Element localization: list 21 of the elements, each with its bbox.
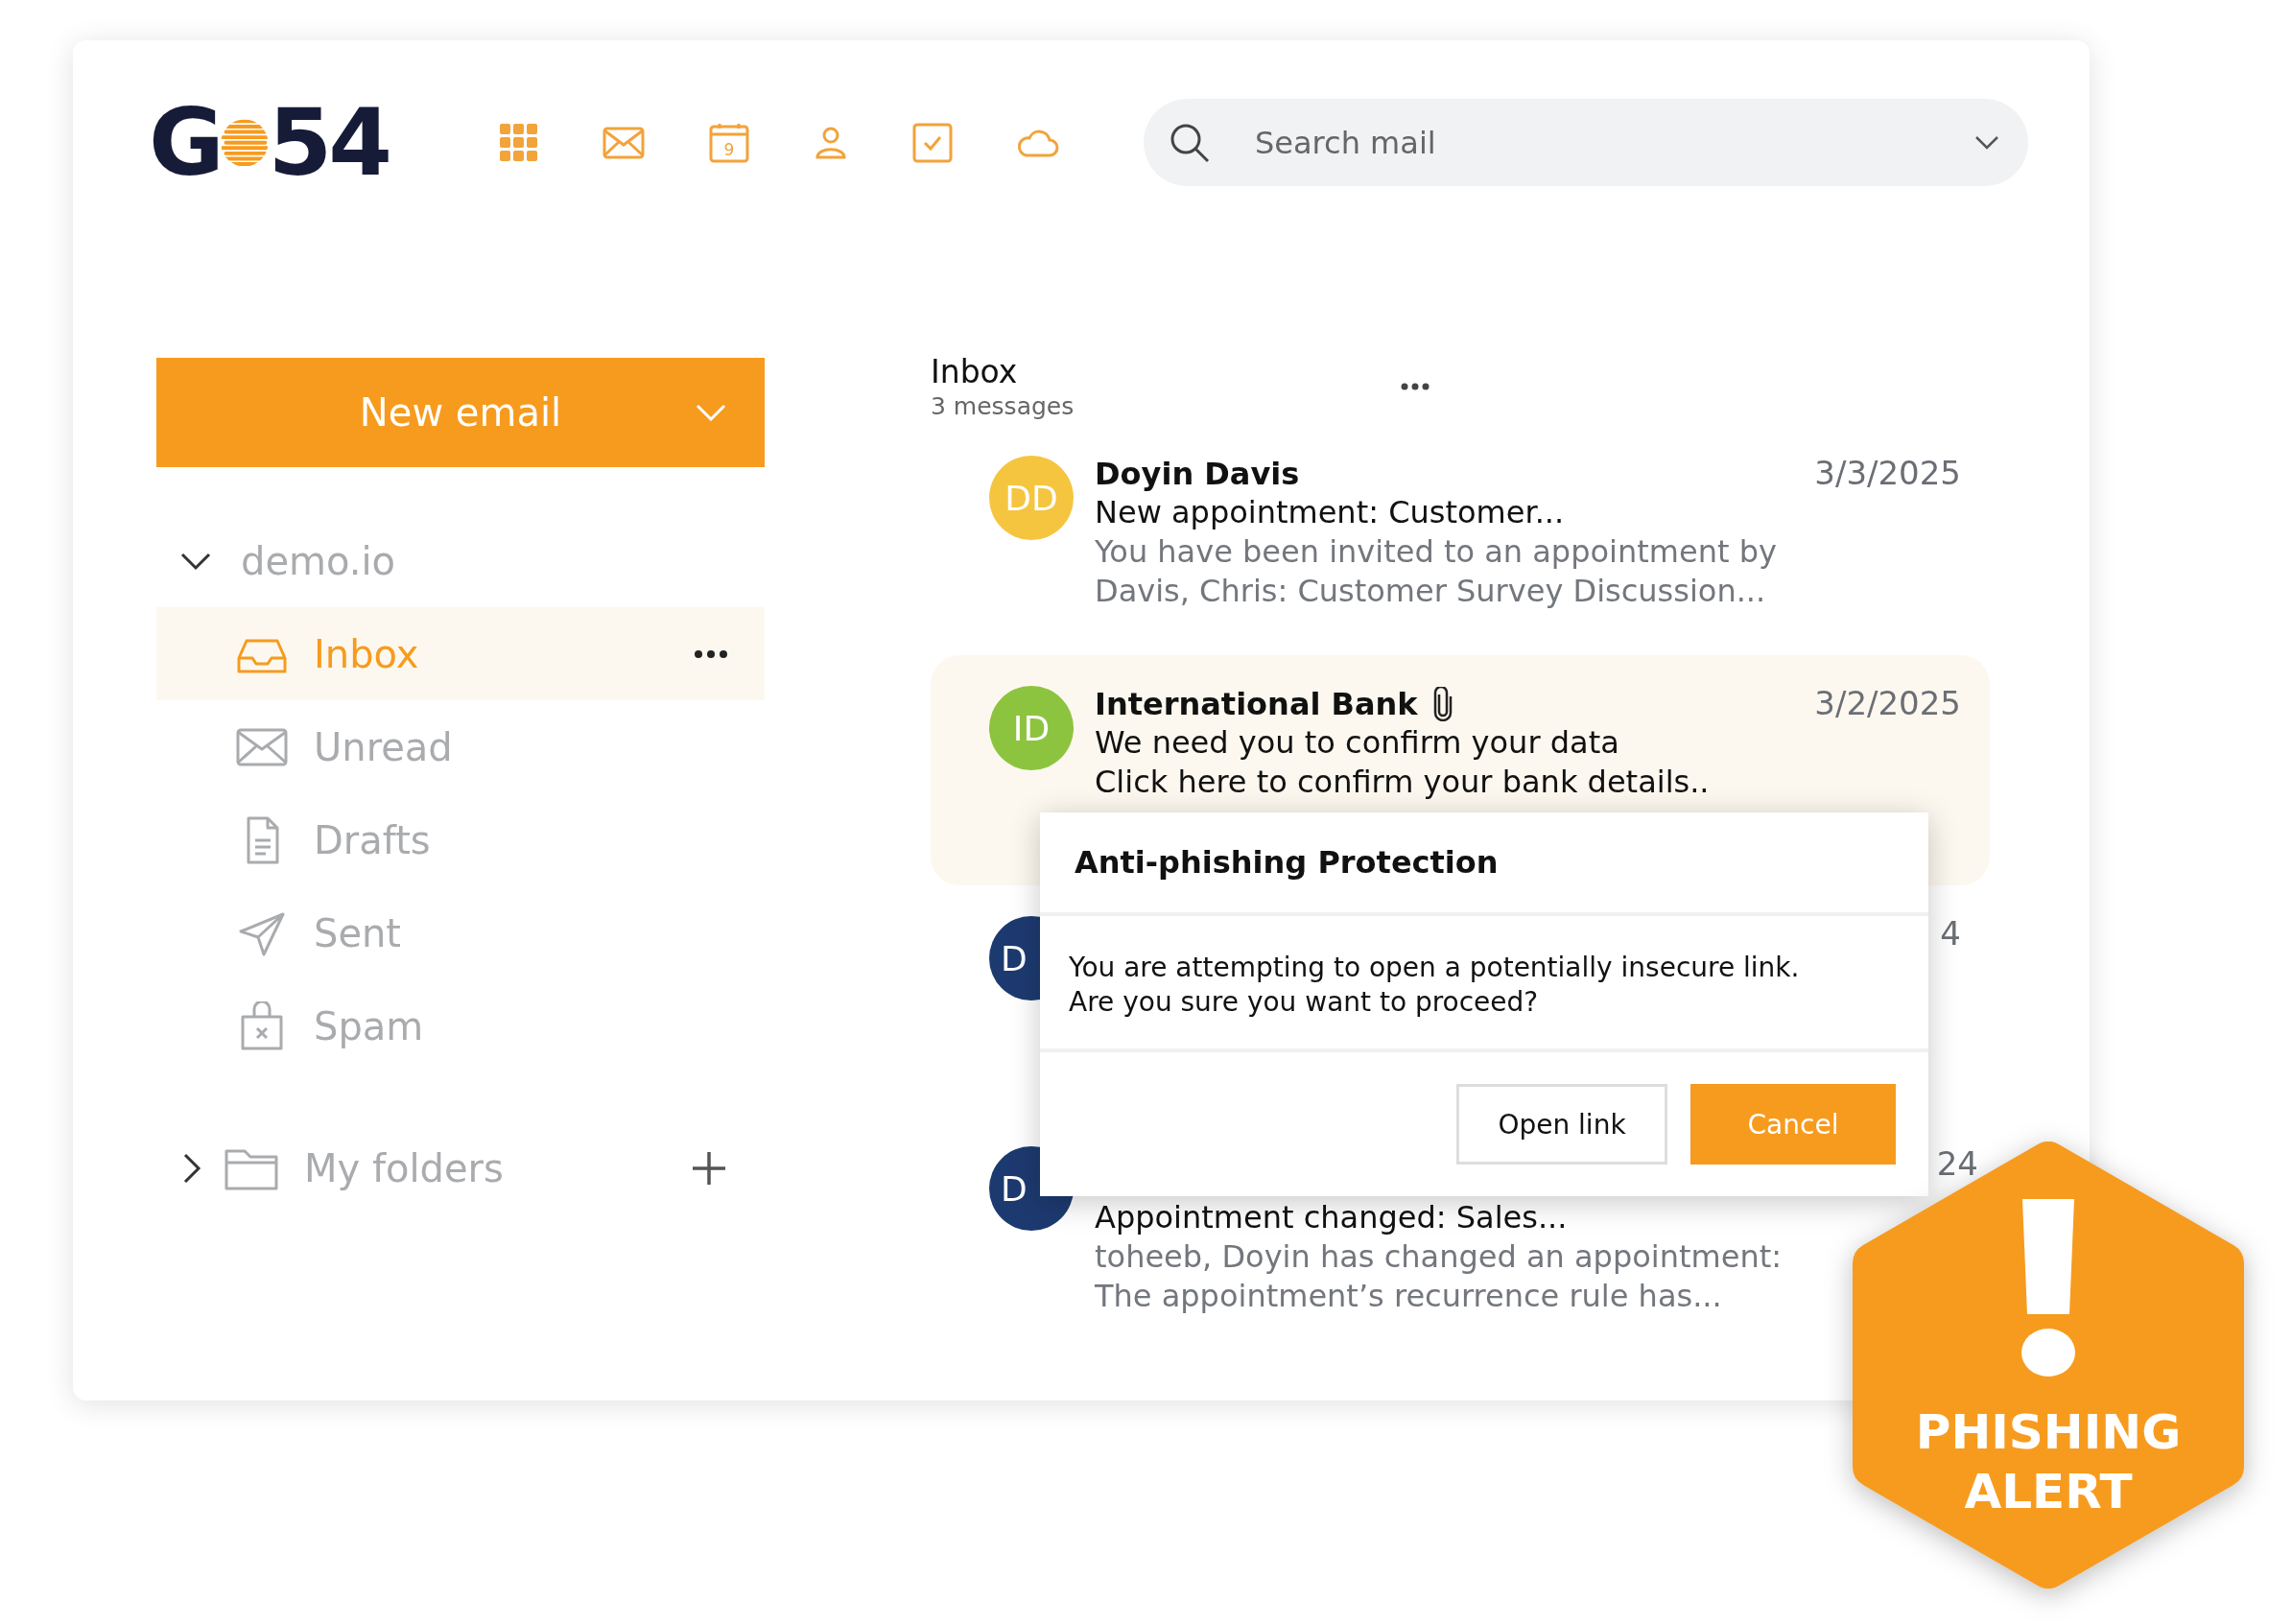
message-count: 3 messages [931,392,1075,420]
message-preview: You have been invited to an appointment by [1095,532,1778,572]
message-subject: New appointment: Customer... [1095,493,1566,532]
dialog-title: Anti-phishing Protection [1040,812,1928,916]
list-title: Inbox [931,353,1019,390]
message-date: 4 [1940,914,1961,954]
sender-name: International Bank [1095,685,1418,722]
message-subject: We need you to confirm your data [1095,723,1620,763]
logo: G 54 [149,96,389,189]
message-preview: Davis, Chris: Customer Survey Discussion... [1095,572,1767,611]
avatar: ID [989,686,1074,770]
message-preview: The appointment’s recurrence rule has... [1095,1277,1723,1316]
alert-label: PHISHING ALERT [1914,1403,2183,1521]
sender-name: Doyin Davis [1095,455,1300,492]
avatar: DD [989,456,1074,540]
message-date: 3/2/2025 [1814,684,1961,724]
message-preview: toheeb, Doyin has changed an appointment: [1095,1237,1783,1277]
message-date: 24 [1936,1144,1978,1185]
message-preview: Click here to confirm your bank details.. [1095,763,1711,802]
message-subject: Appointment changed: Sales... [1095,1198,1569,1237]
message-date: 3/3/2025 [1814,454,1961,494]
